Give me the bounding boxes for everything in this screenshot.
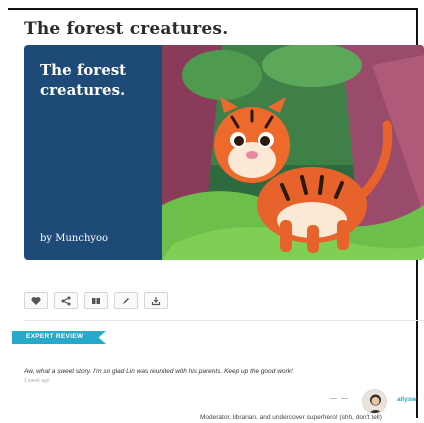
- expert-review-label: EXPERT REVIEW: [26, 333, 84, 340]
- heart-icon: [31, 296, 41, 305]
- download-icon: [151, 296, 161, 305]
- reviewer-name-link[interactable]: allysw: [397, 396, 417, 403]
- reviewer-avatar[interactable]: [362, 389, 387, 414]
- download-button[interactable]: [144, 292, 168, 309]
- book-cover[interactable]: The forest creatures. by Munchyoo: [24, 45, 424, 260]
- review-timestamp: 1 week ago: [24, 378, 50, 384]
- share-button[interactable]: [54, 292, 78, 309]
- like-button[interactable]: [24, 292, 48, 309]
- reviewer-bio: Moderator, librarian, and undercover sup…: [200, 414, 382, 421]
- expert-review-badge: EXPERT REVIEW: [12, 331, 106, 344]
- edit-button[interactable]: [114, 292, 138, 309]
- cover-title-panel: The forest creatures. by Munchyoo: [24, 45, 162, 260]
- story-toolbar: [24, 292, 168, 310]
- share-icon: [61, 296, 71, 305]
- page-title: The forest creatures.: [24, 19, 229, 39]
- review-text: Aw, what a sweet story. I'm so glad Lin …: [24, 368, 293, 375]
- read-button[interactable]: [84, 292, 108, 309]
- pencil-icon: [123, 297, 129, 304]
- cover-author: by Munchyoo: [40, 233, 109, 244]
- book-icon: [92, 297, 100, 304]
- cover-title: The forest creatures.: [40, 61, 127, 99]
- review-separator: — —: [330, 395, 349, 402]
- section-divider: [24, 320, 424, 321]
- tiger-illustration: [162, 45, 424, 260]
